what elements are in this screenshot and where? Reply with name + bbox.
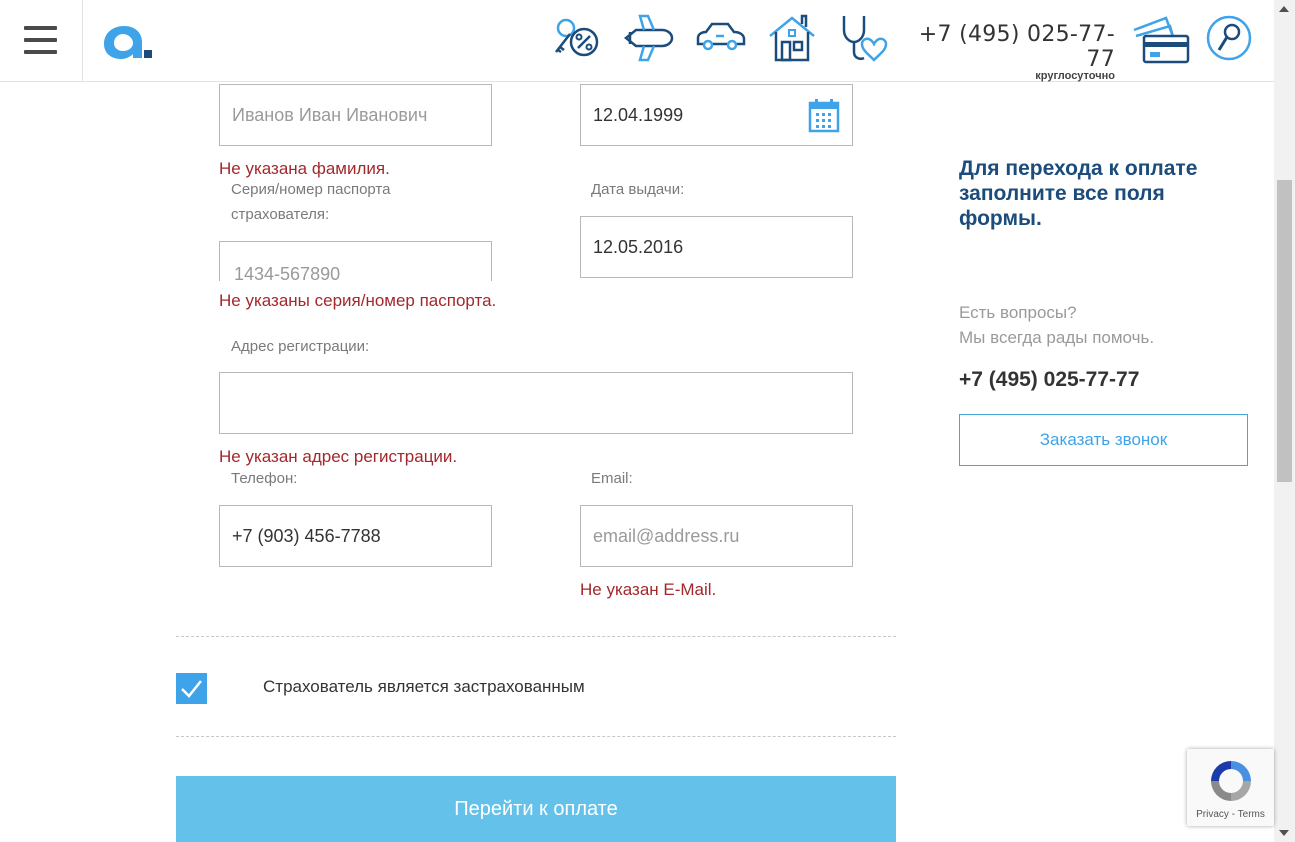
insured-checkbox-label[interactable]: Страхователь является застрахованным [263, 677, 585, 697]
sidebar-phone[interactable]: +7 (495) 025-77-77 [959, 368, 1139, 392]
plane-icon[interactable] [622, 12, 674, 64]
address-input[interactable] [219, 372, 853, 434]
menu-icon[interactable] [24, 26, 57, 58]
header-phone-block: +7 (495) 025-77-77 круглосуточно [905, 22, 1115, 82]
sidebar-question-line2: Мы всегда рады помочь. [959, 328, 1155, 347]
house-icon[interactable] [766, 12, 818, 64]
address-label: Адрес регистрации: [231, 338, 370, 355]
sidebar-questions: Есть вопросы? Мы всегда рады помочь. [959, 300, 1154, 350]
recaptcha-badge[interactable]: Privacy - Terms [1187, 749, 1274, 826]
header-phone-note: круглосуточно [1035, 70, 1115, 82]
passport-placeholder: 1434-567890 [234, 264, 341, 281]
passport-error: Не указаны серия/номер паспорта. [219, 291, 497, 310]
passport-label: Серия/номер паспорта страхователя: [231, 177, 390, 227]
address-error: Не указан адрес регистрации. [219, 447, 458, 466]
issue-date-label: Дата выдачи: [591, 181, 685, 198]
check-icon [181, 680, 202, 698]
issue-date-input[interactable]: 12.05.2016 [580, 216, 853, 278]
email-label: Email: [591, 470, 633, 487]
passport-label-line1: Серия/номер паспорта [231, 181, 391, 198]
logo[interactable] [100, 20, 156, 62]
recaptcha-links[interactable]: Privacy - Terms [1187, 809, 1274, 820]
order-call-button[interactable]: Заказать звонок [959, 414, 1248, 466]
cards-icon[interactable] [1130, 14, 1192, 66]
site-header: +7 (495) 025-77-77 круглосуточно [0, 0, 1274, 82]
sidebar-question-line1: Есть вопросы? [959, 303, 1077, 322]
phone-input[interactable]: +7 (903) 456-7788 [219, 505, 492, 567]
pay-button[interactable]: Перейти к оплате [176, 776, 896, 842]
header-divider [82, 0, 83, 81]
header-phone[interactable]: +7 (495) 025-77-77 [905, 22, 1115, 72]
fio-input[interactable]: Иванов Иван Иванович [219, 84, 492, 146]
email-input[interactable]: email@address.ru [580, 505, 853, 567]
scroll-up-arrow-icon[interactable] [1279, 6, 1289, 12]
phone-label: Телефон: [231, 470, 298, 487]
divider-bottom [176, 736, 896, 737]
divider-top [176, 636, 896, 637]
calendar-icon[interactable] [808, 97, 840, 133]
sidebar-heading-line1: Для перехода к оплате [959, 157, 1198, 180]
sidebar-heading-line2: заполните все поля [959, 182, 1165, 205]
recaptcha-icon [1211, 761, 1251, 801]
sidebar-heading: Для перехода к оплате заполните все поля… [959, 156, 1249, 231]
passport-input[interactable]: 1434-567890 [219, 241, 492, 281]
insured-checkbox[interactable] [176, 673, 207, 704]
stethoscope-icon[interactable] [838, 12, 890, 64]
discount-key-icon[interactable] [550, 12, 602, 64]
fio-error: Не указана фамилия. [219, 159, 390, 178]
birthdate-input[interactable]: 12.04.1999 [580, 84, 853, 146]
passport-label-line2: страхователя: [231, 206, 330, 223]
email-error: Не указан E-Mail. [580, 580, 717, 599]
scrollbar-thumb[interactable] [1277, 180, 1292, 482]
search-icon[interactable] [1205, 14, 1253, 62]
car-icon[interactable] [694, 12, 746, 64]
scroll-down-arrow-icon[interactable] [1279, 830, 1289, 836]
birthdate-value: 12.04.1999 [593, 104, 684, 125]
sidebar-heading-line3: формы. [959, 207, 1042, 230]
